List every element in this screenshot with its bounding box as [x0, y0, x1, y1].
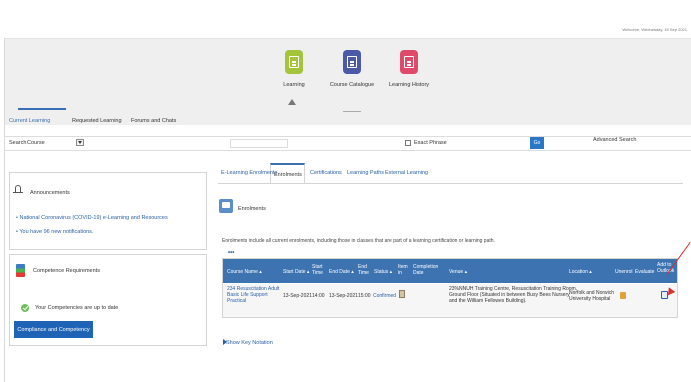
th-location-label[interactable]: Location: [569, 269, 588, 275]
tab-requested-learning[interactable]: Requested Learning: [72, 118, 122, 124]
th-end-date[interactable]: End Date ▴: [329, 269, 354, 275]
search-bar: [5, 136, 691, 151]
chevron-down-icon[interactable]: [76, 139, 84, 146]
tab-enrolments[interactable]: Enrolments: [274, 172, 302, 178]
tab-forums-and-chats[interactable]: Forums and Chats: [131, 118, 176, 124]
nav-divider: [343, 111, 361, 112]
advanced-search-link[interactable]: Advanced Search: [593, 137, 636, 143]
nav-learning-history-label[interactable]: Learning History: [389, 82, 429, 88]
th-course-name[interactable]: Course Name ▴: [227, 269, 262, 275]
th-end-time[interactable]: End Time: [358, 264, 370, 276]
th-unenrol: Unenrol: [615, 269, 633, 275]
section-title: Enrolments: [238, 206, 266, 212]
th-venue-label[interactable]: Venue: [449, 269, 463, 275]
exact-phrase-label: Exact Phrase: [414, 140, 447, 146]
search-scope-select[interactable]: Course: [27, 140, 45, 146]
th-start-date-label[interactable]: Start Date: [283, 269, 306, 275]
more-options-icon[interactable]: •••: [228, 250, 234, 256]
exact-phrase-checkbox[interactable]: [405, 140, 411, 146]
search-input[interactable]: [230, 139, 288, 148]
nav-course-catalogue-label[interactable]: Course Catalogue: [330, 82, 374, 88]
announcement-link-text[interactable]: National Coronavirus (COVID-19) e-Learni…: [19, 215, 167, 221]
active-tab-indicator: [18, 108, 66, 110]
th-venue[interactable]: Venue ▴: [449, 269, 467, 275]
learning-icon[interactable]: [285, 50, 303, 74]
unenrol-icon[interactable]: [620, 292, 626, 299]
th-start-time[interactable]: Start Time: [312, 264, 324, 276]
tab-e-learning-enrolments[interactable]: E-Learning Enrolments: [221, 170, 277, 176]
enrolments-icon: [219, 199, 233, 213]
active-nav-caret-icon: [288, 99, 296, 105]
end-time-cell: 15:00: [358, 293, 371, 299]
subtab-divider: [218, 183, 683, 184]
go-button[interactable]: Go: [530, 137, 544, 149]
announcement-link[interactable]: • National Coronavirus (COVID-19) e-Lear…: [16, 215, 168, 221]
welcome-text: Welcome, Wednesday, 15 Sep 2021: [622, 27, 687, 32]
bell-icon: [13, 184, 23, 195]
check-circle-icon: [21, 304, 29, 312]
announcements-panel: [9, 172, 207, 250]
competence-icon: [16, 264, 25, 277]
tab-learning-paths[interactable]: Learning Paths: [347, 170, 384, 176]
th-evaluate: Evaluate: [635, 269, 655, 275]
location-line-2: University Hospital: [569, 296, 611, 302]
th-location[interactable]: Location ▴: [569, 269, 592, 275]
section-description: Enrolments include all current enrolment…: [222, 238, 495, 244]
tab-external-learning[interactable]: External Learning: [385, 170, 428, 176]
start-date-cell: 13-Sep-2021: [283, 293, 312, 299]
th-completion-date[interactable]: Completion Date: [413, 264, 439, 276]
compliance-button[interactable]: Compliance and Competency: [14, 321, 93, 338]
th-end-date-label[interactable]: End Date: [329, 269, 350, 275]
competence-status: Your Competencies are up to date: [35, 305, 119, 311]
notifications-link-text[interactable]: You have 96 new notifications.: [19, 229, 93, 235]
search-label: Search: [9, 140, 27, 146]
venue-line-3: and the William Fellowes Building).: [449, 298, 527, 304]
th-status-label[interactable]: Status: [374, 269, 388, 275]
show-key-notation-link[interactable]: Show Key Notation: [226, 340, 273, 346]
tab-certifications[interactable]: Certifications: [310, 170, 342, 176]
notifications-link[interactable]: • You have 96 new notifications.: [16, 229, 93, 235]
end-date-cell: 13-Sep-2021: [329, 293, 358, 299]
th-status[interactable]: Status ▴: [374, 269, 392, 275]
status-cell[interactable]: Confirmed: [373, 293, 396, 299]
competence-title: Competence Requirements: [33, 268, 100, 274]
learning-history-icon[interactable]: [400, 50, 418, 74]
start-time-cell: 14:00: [312, 293, 325, 299]
th-course-name-label[interactable]: Course Name: [227, 269, 258, 275]
course-name-line-3[interactable]: Practical: [227, 298, 246, 304]
tab-current-learning[interactable]: Current Learning: [9, 118, 50, 124]
th-start-date[interactable]: Start Date ▴: [283, 269, 309, 275]
th-item-in[interactable]: Item in: [398, 264, 412, 276]
course-catalogue-icon[interactable]: [343, 50, 361, 74]
announcements-title: Announcements: [30, 190, 70, 196]
document-icon[interactable]: [399, 290, 405, 298]
nav-learning-label[interactable]: Learning: [283, 82, 304, 88]
